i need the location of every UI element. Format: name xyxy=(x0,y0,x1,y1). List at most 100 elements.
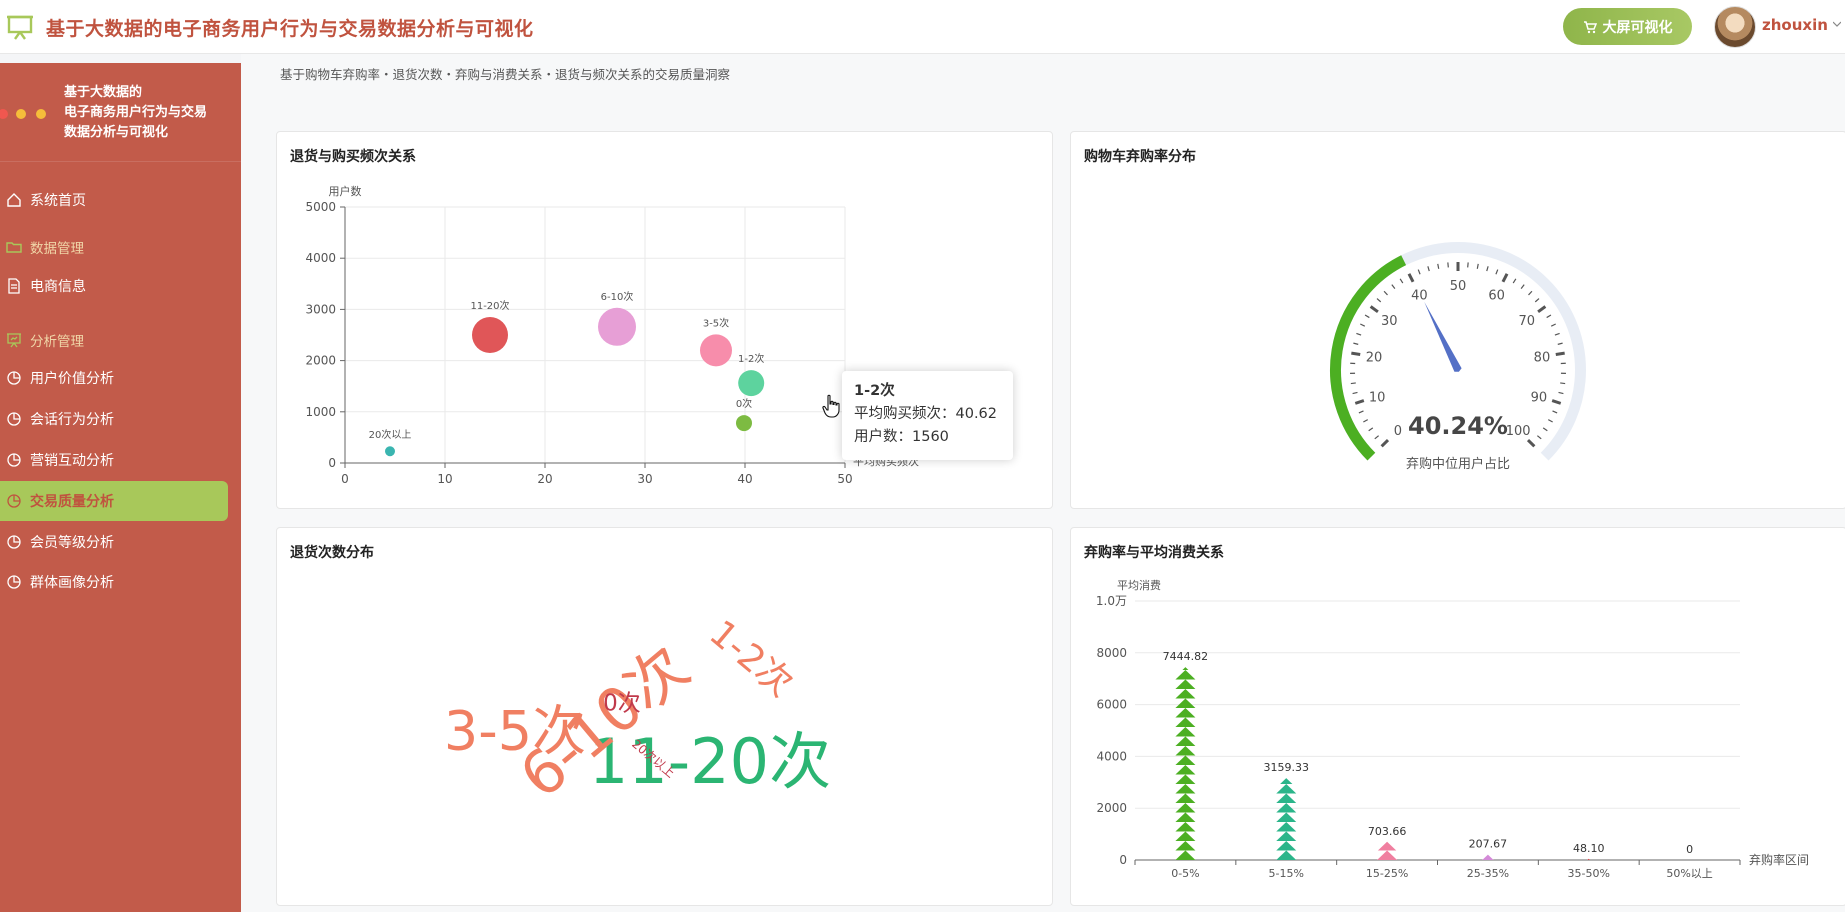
gauge-tick xyxy=(1536,435,1542,440)
presentation-icon xyxy=(7,333,21,348)
word-cloud-word: 0次 xyxy=(603,691,641,717)
sidebar-item-ecommerce-info[interactable]: 电商信息 xyxy=(0,266,241,306)
gauge-tick xyxy=(1352,391,1358,395)
window-dot-yellow-2 xyxy=(36,109,46,119)
sidebar-item-label: 营销互动分析 xyxy=(30,453,114,469)
gauge-tick xyxy=(1374,435,1380,440)
x-tick-label: 20 xyxy=(537,472,552,486)
gauge-tick xyxy=(1368,427,1374,432)
sidebar-group-analysis[interactable]: 分析管理 xyxy=(0,320,241,360)
username[interactable]: zhouxin xyxy=(1762,16,1828,34)
gauge-tick xyxy=(1369,305,1379,314)
y-tick-label: 1.0万 xyxy=(1096,594,1127,608)
bar-symbol xyxy=(1377,850,1398,860)
pie-chart-icon xyxy=(7,575,21,589)
bar-symbol xyxy=(1175,784,1196,794)
tooltip-line: 平均购买频次：40.62 xyxy=(854,406,998,422)
word-cloud: 11-20次6-10次3-5次1-2次0次20次以上 xyxy=(444,613,831,813)
sidebar-item-home[interactable]: 系统首页 xyxy=(0,180,241,220)
hand-cursor-icon xyxy=(822,394,840,418)
point-label: 1-2次 xyxy=(738,352,764,365)
bar-symbol xyxy=(1280,778,1293,784)
gauge-tick xyxy=(1537,305,1547,314)
sidebar-title-line: 数据分析与可视化 xyxy=(64,125,169,140)
sidebar-item-user-value[interactable]: 用户价值分析 xyxy=(0,358,241,398)
chart-tooltip: 1-2次 平均购买频次：40.62 用户数：1560 xyxy=(842,371,1013,460)
bar-symbol xyxy=(1276,841,1297,851)
pie-chart-icon xyxy=(7,371,21,385)
scatter-point xyxy=(700,334,732,367)
sidebar-title-line: 基于大数据的 xyxy=(64,85,143,100)
sidebar-item-label: 交易质量分析 xyxy=(30,494,114,510)
gauge-chart: 0 10 20 30 40 50 60 70 80 90 10040.24% 弃购中位用户占比 xyxy=(1330,242,1586,472)
gauge-tick xyxy=(1547,419,1553,423)
gauge-tick xyxy=(1557,342,1563,345)
gauge-tick-label: 10 xyxy=(1369,390,1386,405)
gauge-tick xyxy=(1542,427,1548,432)
bar-symbol xyxy=(1175,679,1196,689)
bar-symbol xyxy=(1377,841,1397,851)
scatter-point xyxy=(736,415,752,432)
gauge-tick xyxy=(1360,323,1366,327)
gauge-tick-label: 100 xyxy=(1506,424,1531,439)
presentation-board-icon xyxy=(7,15,33,40)
home-icon xyxy=(7,193,21,207)
gauge-tick-label: 90 xyxy=(1531,390,1548,405)
document-icon xyxy=(8,278,20,294)
gauge-tick-label: 60 xyxy=(1488,288,1505,303)
y-axis-label: 平均消费 xyxy=(1117,578,1161,592)
bar-symbol xyxy=(1276,812,1297,822)
gauge-tick xyxy=(1560,382,1566,385)
gauge-tick xyxy=(1526,438,1536,448)
folder-icon xyxy=(6,242,22,253)
x-axis-label: 弃购率区间 xyxy=(1749,852,1809,867)
panel-return-count: 退货次数分布 11-20次 6-10次 3-5次 1-2次 0次 20次以上 xyxy=(276,527,1053,906)
shop-cart-icon xyxy=(1583,20,1597,33)
gauge-tick xyxy=(1486,266,1489,272)
sidebar-item-member-level[interactable]: 会员等级分析 xyxy=(0,522,241,562)
chevron-down-icon[interactable] xyxy=(1833,20,1841,28)
big-screen-button[interactable]: 大屏可视化 xyxy=(1563,8,1692,45)
scatter-point xyxy=(598,307,636,346)
sidebar-group-data[interactable]: 数据管理 xyxy=(0,227,241,267)
user-avatar[interactable] xyxy=(1714,6,1756,48)
sidebar-item-label: 系统首页 xyxy=(30,193,86,209)
bar-value-label: 0 xyxy=(1686,843,1693,856)
x-tick-label: 40 xyxy=(737,472,752,486)
sidebar-item-group-portrait[interactable]: 群体画像分析 xyxy=(0,562,241,602)
point-label: 6-10次 xyxy=(601,290,634,303)
y-tick-label: 4000 xyxy=(305,251,336,265)
y-tick-label: 1000 xyxy=(305,405,336,419)
bar-value-label: 703.66 xyxy=(1368,825,1407,838)
gauge-tick xyxy=(1534,298,1540,303)
y-tick-label: 0 xyxy=(1119,853,1127,867)
gauge-tick xyxy=(1356,332,1362,336)
panel-abandon-spend: 弃购率与平均消费关系 0 2000 4000 6000 8000 1.0万 平均消费 弃购率区… xyxy=(1070,527,1845,906)
gauge-tick xyxy=(1501,273,1509,283)
y-tick-label: 0 xyxy=(328,456,336,470)
sidebar-item-marketing[interactable]: 营销互动分析 xyxy=(0,440,241,480)
word-cloud-word: 3-5次 xyxy=(444,700,586,763)
sidebar-group-label: 数据管理 xyxy=(30,241,84,257)
y-tick-label: 2000 xyxy=(1096,801,1127,815)
sidebar-header: 基于大数据的 电子商务用户行为与交易 数据分析与可视化 xyxy=(0,63,241,162)
word-cloud-word: 1-2次 xyxy=(701,613,800,705)
pie-chart-icon xyxy=(7,535,21,549)
bar-symbol xyxy=(1175,755,1196,765)
gauge-tick xyxy=(1376,298,1382,303)
gauge-value: 40.24% xyxy=(1408,412,1508,440)
bar-symbol xyxy=(1175,850,1196,860)
gauge-tick xyxy=(1552,410,1558,414)
x-tick-label: 25-35% xyxy=(1467,867,1509,880)
panel-abandon-rate: 购物车弃购率分布 0 10 20 30 40 50 60 70 80 90 100 40.24% 弃购中… xyxy=(1070,131,1845,509)
point-label: 3-5次 xyxy=(703,316,729,329)
sidebar-item-session-behavior[interactable]: 会话行为分析 xyxy=(0,399,241,439)
bar-symbol xyxy=(1175,765,1196,775)
bar-value-label: 3159.33 xyxy=(1264,761,1310,774)
bar-symbol xyxy=(1276,793,1297,803)
tooltip-title: 1-2次 xyxy=(854,383,895,399)
sidebar-item-transaction-quality[interactable]: 交易质量分析 xyxy=(0,481,228,521)
page-subtitle: 基于购物车弃购率・退货次数・弃购与消费关系・退货与频次关系的交易质量洞察 xyxy=(280,67,731,82)
y-tick-label: 8000 xyxy=(1096,646,1127,660)
bar-symbol xyxy=(1276,822,1297,832)
